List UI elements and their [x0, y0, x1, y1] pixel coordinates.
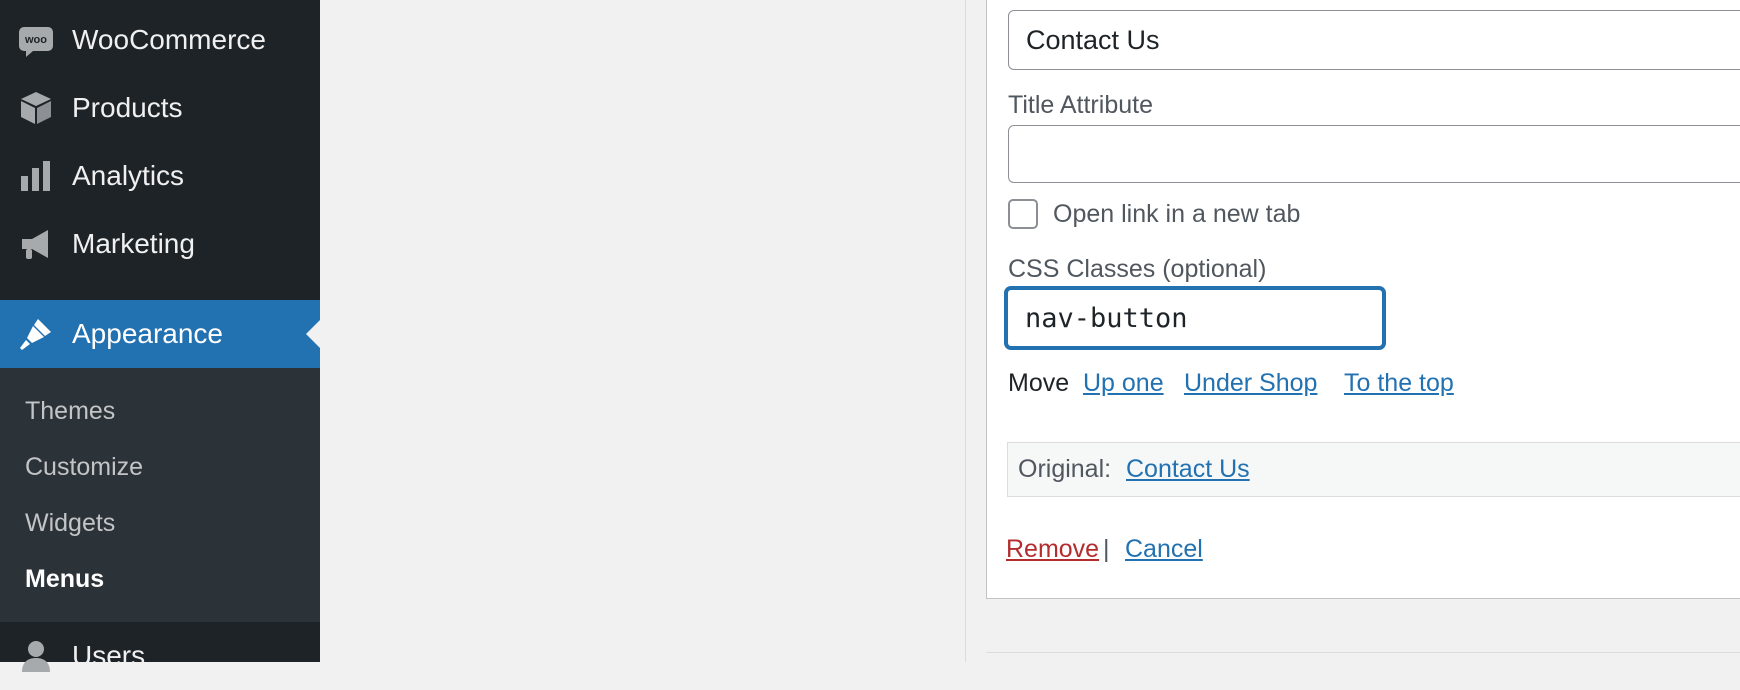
- sidebar-item-label: Marketing: [72, 228, 195, 259]
- user-icon: [17, 637, 55, 675]
- original-info-box: [1007, 442, 1740, 497]
- appearance-submenu: Themes Customize Widgets Menus: [0, 368, 320, 622]
- paintbrush-icon: [17, 315, 55, 353]
- action-separator: |: [1103, 535, 1110, 563]
- bar-chart-icon: [17, 157, 55, 195]
- sidebar-item-label: Users: [72, 640, 146, 671]
- original-label: Original:: [1018, 455, 1112, 483]
- move-to-top-link[interactable]: To the top: [1344, 369, 1454, 398]
- megaphone-icon: [17, 225, 55, 263]
- sidebar-item-label: Analytics: [72, 160, 185, 191]
- current-menu-arrow: [306, 320, 320, 348]
- css-classes-input[interactable]: nav-button: [1005, 287, 1385, 349]
- submenu-item-customize[interactable]: Customize: [25, 447, 143, 487]
- open-new-tab-checkbox[interactable]: [1008, 199, 1038, 229]
- admin-sidebar: woo WooCommerce Products Analytics Marke…: [0, 0, 320, 672]
- open-new-tab-label: Open link in a new tab: [1053, 200, 1301, 228]
- sidebar-item-marketing[interactable]: Marketing: [0, 210, 320, 278]
- sidebar-item-label: Appearance: [72, 318, 224, 349]
- remove-link[interactable]: Remove: [1006, 535, 1099, 564]
- cancel-link[interactable]: Cancel: [1125, 535, 1203, 564]
- sidebar-item-users[interactable]: Users: [0, 622, 320, 690]
- cube-icon: [17, 89, 55, 127]
- sidebar-item-woocommerce[interactable]: woo WooCommerce: [0, 6, 320, 74]
- title-attribute-label: Title Attribute: [1008, 91, 1153, 119]
- move-up-one-link[interactable]: Up one: [1083, 369, 1164, 398]
- move-label: Move: [1008, 369, 1070, 397]
- svg-text:woo: woo: [24, 34, 47, 46]
- menu-structure-column: [320, 0, 966, 662]
- sidebar-item-label: Products: [72, 92, 183, 123]
- submenu-item-widgets[interactable]: Widgets: [25, 503, 115, 543]
- submenu-item-menus[interactable]: Menus: [25, 559, 104, 599]
- move-under-shop-link[interactable]: Under Shop: [1184, 369, 1317, 398]
- sidebar-item-products[interactable]: Products: [0, 74, 320, 142]
- sidebar-item-appearance[interactable]: Appearance: [0, 300, 320, 368]
- original-link[interactable]: Contact Us: [1126, 455, 1250, 484]
- woo-icon: woo: [17, 21, 55, 59]
- css-classes-label: CSS Classes (optional): [1008, 255, 1267, 283]
- sidebar-item-analytics[interactable]: Analytics: [0, 142, 320, 210]
- panel-divider: [986, 652, 1740, 653]
- title-attribute-input[interactable]: [1008, 125, 1740, 183]
- sidebar-item-label: WooCommerce: [72, 24, 266, 55]
- navigation-label-input[interactable]: Contact Us: [1008, 10, 1740, 70]
- submenu-item-themes[interactable]: Themes: [25, 391, 115, 431]
